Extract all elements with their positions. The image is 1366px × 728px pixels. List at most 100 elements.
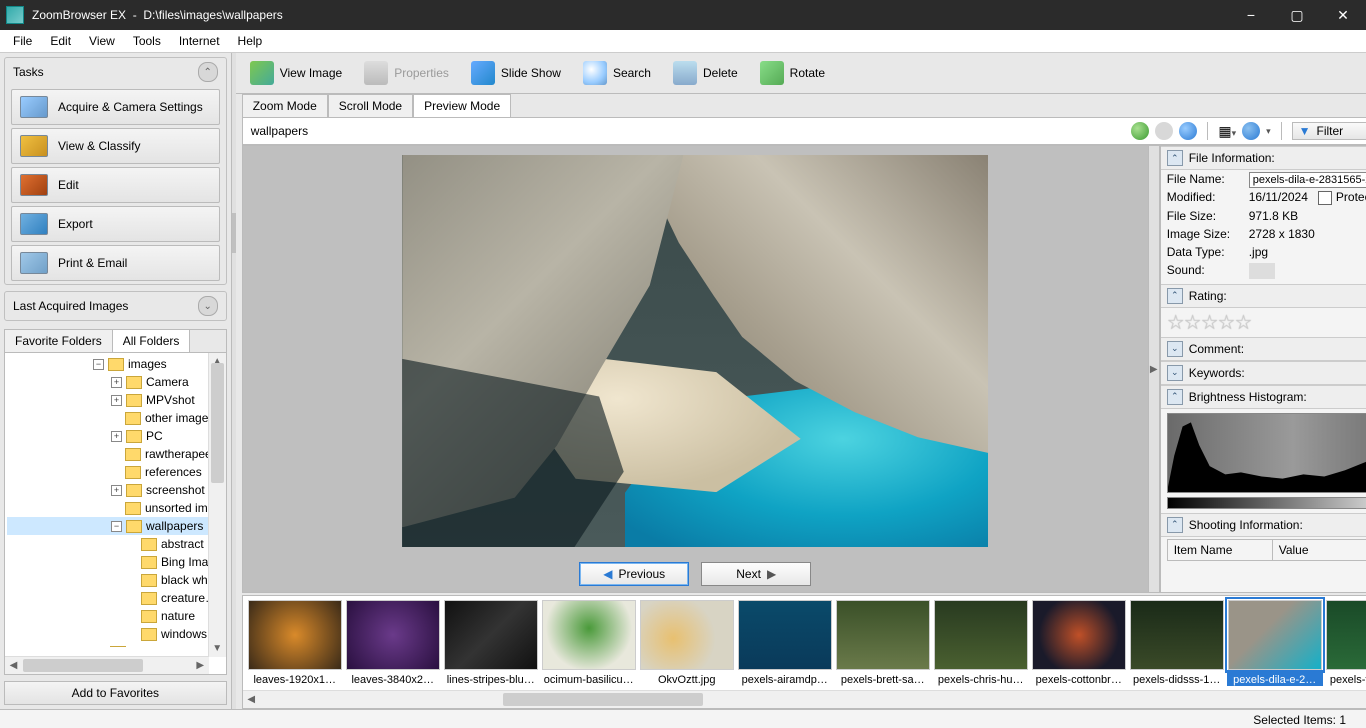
task-view-classify[interactable]: View & Classify xyxy=(11,128,220,164)
filmstrip-thumb[interactable]: pexels-didsss-1… xyxy=(1129,600,1225,686)
collapse-icon[interactable]: ⌃ xyxy=(198,62,218,82)
shooting-info-columns: Item NameValue xyxy=(1167,539,1366,561)
tree-node[interactable]: other image… xyxy=(7,409,224,427)
collapse-icon[interactable]: ⌃ xyxy=(1167,288,1183,304)
menu-file[interactable]: File xyxy=(4,32,41,50)
expand-icon[interactable]: ⌄ xyxy=(1167,341,1183,357)
info-icon[interactable] xyxy=(1242,122,1260,140)
view-image-button[interactable]: View Image xyxy=(242,59,350,87)
tasks-title: Tasks xyxy=(13,65,44,79)
filmstrip-thumb[interactable]: pexels-chris-hu… xyxy=(933,600,1029,686)
menu-bar: File Edit View Tools Internet Help xyxy=(0,30,1366,53)
filter-button[interactable]: ▼Filter▾ xyxy=(1292,122,1366,140)
add-to-favorites-button[interactable]: Add to Favorites xyxy=(4,681,227,705)
rating-title: Rating: xyxy=(1189,289,1227,303)
tree-node-notes[interactable]: +notes xyxy=(7,643,224,647)
tree-node[interactable]: windows… xyxy=(7,625,224,643)
task-edit[interactable]: Edit xyxy=(11,167,220,203)
image-icon xyxy=(250,61,274,85)
nav-back-icon[interactable] xyxy=(1131,122,1149,140)
filmstrip-thumb[interactable]: pexels-airamdp… xyxy=(737,600,833,686)
status-bar: Selected Items: 1 xyxy=(0,709,1366,728)
tree-node[interactable]: creature… xyxy=(7,589,224,607)
brightness-histogram xyxy=(1167,413,1366,493)
tab-zoom-mode[interactable]: Zoom Mode xyxy=(242,94,328,117)
filename-field[interactable]: pexels-dila-e-2831565-27198641 xyxy=(1249,172,1366,188)
tree-node[interactable]: Bing Ima… xyxy=(7,553,224,571)
shooting-info-title: Shooting Information: xyxy=(1189,518,1303,532)
tab-favorite-folders[interactable]: Favorite Folders xyxy=(5,330,113,352)
previous-button[interactable]: ◀Previous xyxy=(579,562,689,586)
filmstrip-thumb[interactable]: pexels-brett-sa… xyxy=(835,600,931,686)
toolbar: View Image Properties Slide Show Search … xyxy=(236,53,1366,94)
filmstrip-thumb[interactable]: pexels-dila-e-2… xyxy=(1227,600,1323,686)
tree-node[interactable]: nature xyxy=(7,607,224,625)
minimize-button[interactable]: − xyxy=(1228,0,1274,30)
expand-icon[interactable]: ⌄ xyxy=(198,296,218,316)
menu-internet[interactable]: Internet xyxy=(170,32,229,50)
filmstrip-thumb[interactable]: pexels-freestoc… xyxy=(1325,600,1366,686)
rotate-button[interactable]: Rotate xyxy=(752,59,833,87)
filmstrip-thumb[interactable]: lines-stripes-blu… xyxy=(443,600,539,686)
nav-up-icon[interactable] xyxy=(1179,122,1197,140)
tree-node[interactable]: +Camera xyxy=(7,373,224,391)
tree-node[interactable]: black wh… xyxy=(7,571,224,589)
tree-hscroll[interactable]: ◀▶ xyxy=(5,656,209,674)
menu-view[interactable]: View xyxy=(80,32,124,50)
task-acquire[interactable]: Acquire & Camera Settings xyxy=(11,89,220,125)
image-preview xyxy=(243,146,1148,556)
collapse-icon[interactable]: ⌃ xyxy=(1167,517,1183,533)
protect-checkbox[interactable] xyxy=(1318,191,1332,205)
properties-button[interactable]: Properties xyxy=(356,59,457,87)
nav-forward-icon xyxy=(1155,122,1173,140)
next-button[interactable]: Next▶ xyxy=(701,562,811,586)
export-icon xyxy=(20,213,48,235)
tree-node[interactable]: abstract xyxy=(7,535,224,553)
search-button[interactable]: Search xyxy=(575,59,659,87)
filmstrip: leaves-1920x1…leaves-3840x2…lines-stripe… xyxy=(242,595,1366,709)
menu-help[interactable]: Help xyxy=(229,32,272,50)
menu-edit[interactable]: Edit xyxy=(41,32,80,50)
delete-button[interactable]: Delete xyxy=(665,59,746,87)
slideshow-button[interactable]: Slide Show xyxy=(463,59,569,87)
select-tool-icon[interactable]: ▦▾ xyxy=(1218,123,1236,140)
tree-node[interactable]: unsorted im… xyxy=(7,499,224,517)
filmstrip-hscroll[interactable]: ◀▶ xyxy=(243,690,1366,708)
folder-tabs: Favorite Folders All Folders xyxy=(4,329,227,352)
tab-scroll-mode[interactable]: Scroll Mode xyxy=(328,94,413,117)
tree-node-images[interactable]: −images xyxy=(7,355,224,373)
menu-tools[interactable]: Tools xyxy=(124,32,170,50)
tree-node[interactable]: +MPVshot xyxy=(7,391,224,409)
filmstrip-thumb[interactable]: ocimum-basilicu… xyxy=(541,600,637,686)
folder-icon xyxy=(20,135,48,157)
tree-node[interactable]: rawtherapee… xyxy=(7,445,224,463)
filmstrip-thumb[interactable]: pexels-cottonbr… xyxy=(1031,600,1127,686)
tree-node[interactable]: references xyxy=(7,463,224,481)
preview-image xyxy=(402,155,988,547)
tab-all-folders[interactable]: All Folders xyxy=(113,330,191,352)
comment-title: Comment: xyxy=(1189,342,1244,356)
properties-icon xyxy=(364,61,388,85)
task-export[interactable]: Export xyxy=(11,206,220,242)
tree-vscroll[interactable]: ▲▼ xyxy=(208,353,226,657)
camera-icon xyxy=(20,96,48,118)
filmstrip-thumb[interactable]: leaves-1920x1… xyxy=(247,600,343,686)
selected-count: Selected Items: 1 xyxy=(1253,713,1346,727)
collapse-icon[interactable]: ⌃ xyxy=(1167,389,1183,405)
tab-preview-mode[interactable]: Preview Mode xyxy=(413,94,511,117)
rating-stars[interactable]: ☆☆☆☆☆ xyxy=(1161,308,1366,337)
tree-node[interactable]: +PC xyxy=(7,427,224,445)
left-sidebar: Tasks ⌃ Acquire & Camera Settings View & … xyxy=(0,53,232,709)
brush-icon xyxy=(20,174,48,196)
filmstrip-thumb[interactable]: leaves-3840x2… xyxy=(345,600,441,686)
filmstrip-thumb[interactable]: OkvOztt.jpg xyxy=(639,600,735,686)
task-print-email[interactable]: Print & Email xyxy=(11,245,220,281)
expand-icon[interactable]: ⌄ xyxy=(1167,365,1183,381)
collapse-icon[interactable]: ⌃ xyxy=(1167,150,1183,166)
maximize-button[interactable]: ▢ xyxy=(1274,0,1320,30)
sidepane-toggle[interactable]: ▶ xyxy=(1148,146,1160,592)
tree-node[interactable]: +screenshot xyxy=(7,481,224,499)
tree-node-wallpapers[interactable]: −wallpapers xyxy=(7,517,224,535)
trash-icon xyxy=(673,61,697,85)
close-button[interactable]: ✕ xyxy=(1320,0,1366,30)
